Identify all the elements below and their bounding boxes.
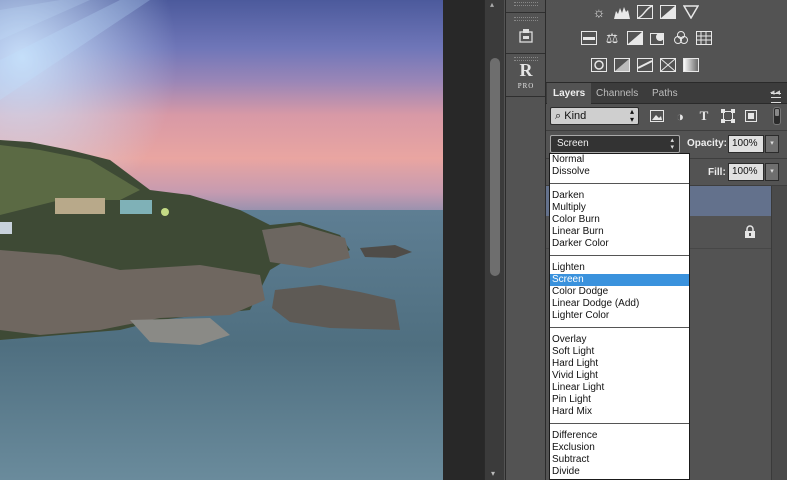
lock-icon [744,225,756,239]
dropdown-separator [550,322,689,334]
dock-grip[interactable] [514,2,538,6]
curves-icon[interactable] [636,3,654,21]
blend-mode-option[interactable]: Vivid Light [550,370,689,382]
dock-divider [506,53,545,54]
dropdown-separator [550,418,689,430]
photo-filter-icon[interactable] [649,29,667,47]
kind-label: Kind [564,110,587,122]
type-layer-filter-icon[interactable]: T [696,108,712,124]
pixel-layer-filter-icon[interactable] [649,108,665,124]
blend-mode-option[interactable]: Multiply [550,202,689,214]
blend-mode-option[interactable]: Soft Light [550,346,689,358]
tab-channels[interactable]: Channels [590,83,644,104]
blend-mode-option[interactable]: Linear Dodge (Add) [550,298,689,310]
adjustments-row-2: ⚖ [580,29,713,47]
dock-grip[interactable] [514,17,538,21]
blend-mode-option[interactable]: Color Dodge [550,286,689,298]
threshold-icon[interactable] [636,56,654,74]
blend-mode-option[interactable]: Exclusion [550,442,689,454]
blend-mode-option[interactable]: Overlay [550,334,689,346]
posterize-icon[interactable] [613,56,631,74]
retouch-pro-plugin-button[interactable]: R PRO [513,60,539,92]
layer-filter-kind-select[interactable]: ⌕ Kind ▴ ▾ [550,107,639,125]
canvas-image[interactable] [0,0,443,480]
selective-color-icon[interactable] [659,56,677,74]
black-white-icon[interactable] [626,29,644,47]
canvas-vertical-scrollbar[interactable]: ▴ ▾ [484,0,504,480]
select-arrows-icon: ▴ ▾ [670,137,674,151]
collapsed-panel-dock: R PRO [505,0,546,480]
exposure-icon[interactable] [659,3,677,21]
levels-icon[interactable] [613,3,631,21]
blend-mode-option[interactable]: Divide [550,466,689,478]
search-icon: ⌕ [555,110,562,122]
tab-layers[interactable]: Layers [547,83,592,104]
blend-mode-option[interactable]: Subtract [550,454,689,466]
layers-list-scrollbar[interactable] [771,186,787,480]
opacity-input[interactable]: 100% [728,135,764,153]
adjustments-row-1: ☼ [590,3,700,21]
channel-mixer-icon[interactable] [672,29,690,47]
smart-object-filter-icon[interactable] [743,108,759,124]
layers-panel-tabbar: Layers Channels Paths ◂◂ [546,82,787,104]
blend-mode-dropdown-list: Normal Dissolve Darken Multiply Color Burn Li… [549,153,690,480]
tab-paths[interactable]: Paths [646,83,684,104]
opacity-dropdown-button[interactable]: ▾ [765,135,779,153]
opacity-label: Opacity: [687,138,728,149]
fill-dropdown-button[interactable]: ▾ [765,163,779,181]
dock-divider [506,96,545,97]
brightness-contrast-icon[interactable]: ☼ [590,3,608,21]
blend-mode-option[interactable]: Darken [550,190,689,202]
select-arrows-icon: ▴ ▾ [629,107,634,124]
fill-label: Fill: [708,167,726,178]
dropdown-separator [550,178,689,190]
filter-toggle-switch[interactable] [773,107,781,125]
landscape-photo [0,0,443,480]
photoshop-window: ▴ ▾ R PRO ☼ ⚖ Layers Channels Paths ◂◂ ⌕… [0,0,787,480]
hue-saturation-icon[interactable] [580,29,598,47]
history-panel-button[interactable] [513,23,539,49]
blend-mode-option[interactable]: Hard Light [550,358,689,370]
dropdown-separator [550,250,689,262]
gradient-map-icon[interactable] [682,56,700,74]
adjustments-row-3 [590,56,700,74]
color-lookup-icon[interactable] [695,29,713,47]
retouch-pro-logo: R PRO [517,60,535,90]
panel-divider [546,130,787,131]
blend-mode-option[interactable]: Lighten [550,262,689,274]
blend-mode-option[interactable]: Linear Light [550,382,689,394]
canvas-pasteboard [443,0,484,480]
blend-mode-option[interactable]: Normal [550,154,689,166]
shape-layer-filter-icon[interactable] [720,108,736,124]
color-balance-icon[interactable]: ⚖ [603,29,621,47]
invert-icon[interactable] [590,56,608,74]
blend-mode-select[interactable]: Screen ▴ ▾ [550,135,680,153]
scroll-down-arrow-icon[interactable]: ▾ [491,470,495,478]
adjustment-layer-filter-icon[interactable]: ◑ [672,108,688,124]
fill-input[interactable]: 100% [728,163,764,181]
blend-mode-option[interactable]: Lighter Color [550,310,689,322]
blend-mode-option[interactable]: Linear Burn [550,226,689,238]
history-icon [519,29,533,43]
blend-mode-option[interactable]: Difference [550,430,689,442]
blend-mode-option[interactable]: Darker Color [550,238,689,250]
dock-divider [506,12,545,13]
vibrance-icon[interactable] [682,3,700,21]
blend-mode-value: Screen [557,138,589,149]
blend-mode-option[interactable]: Hard Mix [550,406,689,418]
blend-mode-option[interactable]: Dissolve [550,166,689,178]
blend-mode-option[interactable]: Color Burn [550,214,689,226]
scrollbar-thumb[interactable] [490,58,500,276]
panel-menu-icon[interactable] [771,93,781,103]
blend-mode-option[interactable]: Pin Light [550,394,689,406]
blend-mode-option[interactable]: Screen [550,274,689,286]
scroll-up-arrow-icon[interactable]: ▴ [490,0,494,9]
